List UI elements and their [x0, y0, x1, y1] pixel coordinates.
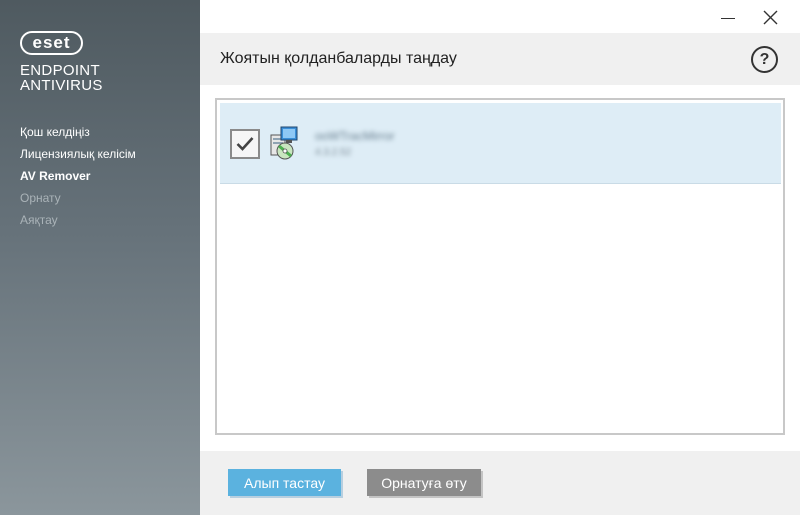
- remove-button[interactable]: Алып тастау: [228, 469, 341, 496]
- install-steps: Қош келдіңіз Лицензиялық келісім AV Remo…: [20, 121, 136, 231]
- page-header: Жоятын қолданбаларды таңдау ?: [200, 33, 800, 85]
- step-license-agreement: Лицензиялық келісім: [20, 147, 136, 161]
- applications-list: ooWTracMirror 4.3.2.52: [215, 98, 785, 435]
- step-welcome: Қош келдіңіз: [20, 125, 90, 139]
- footer: Алып тастау Орнатуға өту: [200, 451, 800, 515]
- close-icon[interactable]: [756, 4, 784, 30]
- list-item[interactable]: ooWTracMirror 4.3.2.52: [220, 103, 781, 184]
- eset-logo: eset: [20, 31, 83, 55]
- product-name-line2: ANTIVIRUS: [20, 77, 103, 94]
- installer-package-icon: [269, 125, 301, 161]
- sidebar: eset ENDPOINT ANTIVIRUS Қош келдіңіз Лиц…: [0, 0, 200, 515]
- step-finish: Аяқтау: [20, 213, 58, 227]
- minimize-icon[interactable]: [714, 4, 742, 30]
- step-av-remover: AV Remover: [20, 169, 91, 183]
- help-icon[interactable]: ?: [751, 46, 778, 73]
- application-name: ooWTracMirror: [315, 129, 395, 143]
- title-bar: [200, 0, 800, 33]
- page-title: Жоятын қолданбаларды таңдау: [220, 50, 457, 67]
- step-install: Орнату: [20, 191, 61, 205]
- application-version: 4.3.2.52: [315, 147, 352, 158]
- proceed-to-install-button[interactable]: Орнатуға өту: [367, 469, 481, 496]
- application-checkbox[interactable]: [230, 129, 260, 159]
